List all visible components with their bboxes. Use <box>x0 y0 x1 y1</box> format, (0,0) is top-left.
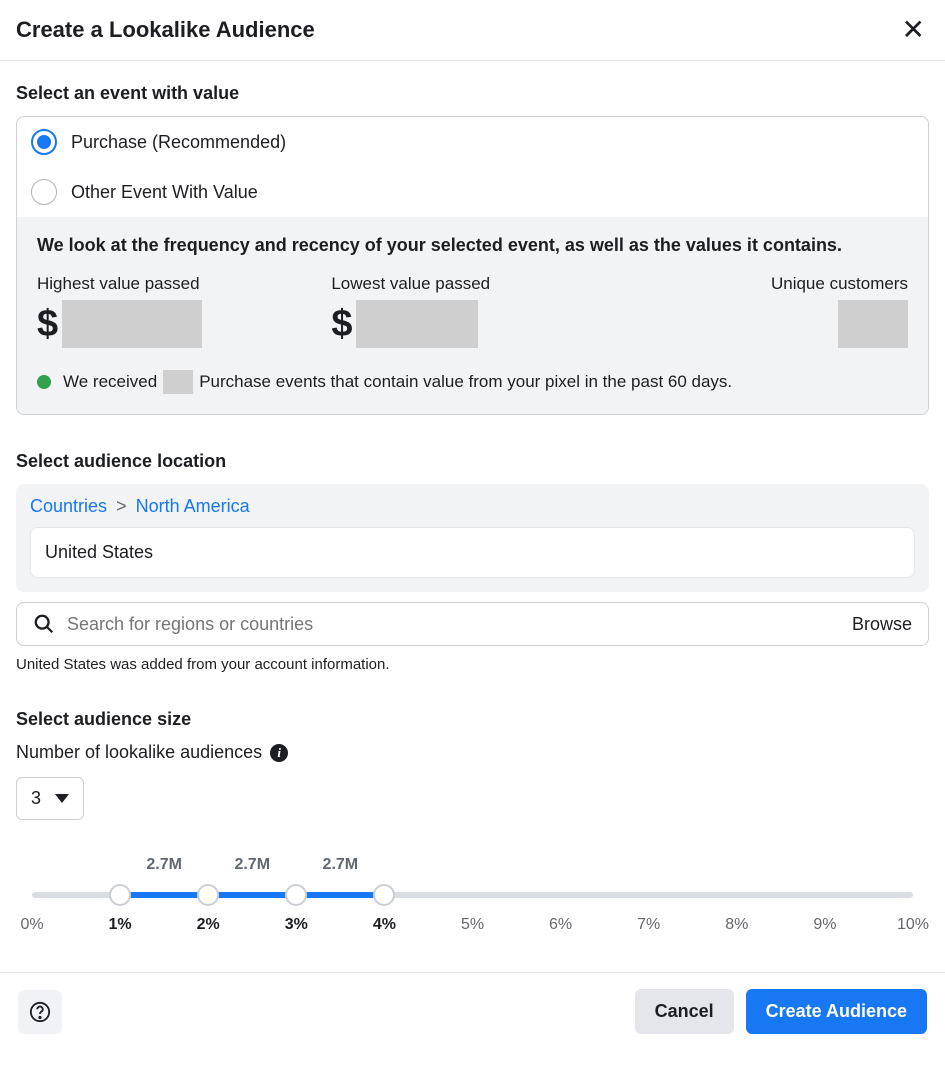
modal-footer: Cancel Create Audience <box>0 972 945 1050</box>
breadcrumb: Countries > North America <box>30 496 915 517</box>
event-info-panel: We look at the frequency and recency of … <box>17 217 928 414</box>
help-button[interactable] <box>18 990 62 1034</box>
location-search-input[interactable] <box>67 614 840 635</box>
audience-count-select[interactable]: 3 <box>16 777 84 820</box>
info-heading: We look at the frequency and recency of … <box>37 235 908 256</box>
breadcrumb-countries[interactable]: Countries <box>30 496 107 516</box>
slider-handle[interactable] <box>373 884 395 906</box>
slider-tick: 1% <box>109 916 132 934</box>
slider-tick: 6% <box>549 916 572 934</box>
stat-unique-label: Unique customers <box>626 274 908 294</box>
info-icon[interactable]: i <box>270 744 288 762</box>
slider-size-label: 2.7M <box>234 856 270 874</box>
section-event-title: Select an event with value <box>16 83 929 104</box>
slider-handle[interactable] <box>285 884 307 906</box>
stat-highest: Highest value passed $ <box>37 274 319 348</box>
radio-button-selected[interactable] <box>31 129 57 155</box>
breadcrumb-separator: > <box>116 496 127 516</box>
radio-button-unselected[interactable] <box>31 179 57 205</box>
cancel-button[interactable]: Cancel <box>635 989 734 1034</box>
redacted-event-count <box>163 370 193 394</box>
events-line-pre: We received <box>63 372 157 392</box>
stat-unique: Unique customers <box>626 274 908 348</box>
stat-lowest-label: Lowest value passed <box>331 274 613 294</box>
stat-highest-label: Highest value passed <box>37 274 319 294</box>
search-icon <box>33 613 55 635</box>
status-dot-icon <box>37 375 51 389</box>
events-line-post: Purchase events that contain value from … <box>199 372 732 392</box>
close-icon[interactable]: ✕ <box>902 16 925 44</box>
slider-size-label: 2.7M <box>323 856 359 874</box>
chevron-down-icon <box>55 794 69 803</box>
slider-tick: 9% <box>813 916 836 934</box>
audience-size-slider[interactable]: 2.7M2.7M2.7M 0%1%2%3%4%5%6%7%8%9%10% <box>32 856 913 956</box>
slider-tick: 7% <box>637 916 660 934</box>
location-helper-text: United States was added from your accoun… <box>16 656 929 673</box>
slider-fill <box>120 892 384 898</box>
location-card: Countries > North America United States <box>16 484 929 592</box>
redacted-highest <box>62 300 202 348</box>
slider-tick: 8% <box>725 916 748 934</box>
events-summary-line: We received Purchase events that contain… <box>37 370 908 394</box>
slider-tick: 10% <box>897 916 929 934</box>
slider-tick: 5% <box>461 916 484 934</box>
counter-label: Number of lookalike audiences <box>16 742 262 763</box>
breadcrumb-region[interactable]: North America <box>136 496 250 516</box>
modal-title: Create a Lookalike Audience <box>16 17 315 43</box>
slider-size-label: 2.7M <box>146 856 182 874</box>
slider-handle[interactable] <box>197 884 219 906</box>
create-audience-button[interactable]: Create Audience <box>746 989 927 1034</box>
slider-handle[interactable] <box>109 884 131 906</box>
redacted-unique <box>838 300 908 348</box>
redacted-lowest <box>356 300 478 348</box>
radio-other[interactable]: Other Event With Value <box>17 167 928 217</box>
modal-header: Create a Lookalike Audience ✕ <box>0 0 945 61</box>
section-size-title: Select audience size <box>16 709 929 730</box>
slider-tick: 0% <box>20 916 43 934</box>
slider-tick: 3% <box>285 916 308 934</box>
audience-count-value: 3 <box>31 788 41 809</box>
slider-tick: 2% <box>197 916 220 934</box>
radio-purchase-label: Purchase (Recommended) <box>71 132 286 153</box>
browse-button[interactable]: Browse <box>852 614 912 635</box>
section-location-title: Select audience location <box>16 451 929 472</box>
radio-purchase[interactable]: Purchase (Recommended) <box>17 117 928 167</box>
slider-tick: 4% <box>373 916 396 934</box>
event-card: Purchase (Recommended) Other Event With … <box>16 116 929 415</box>
stat-lowest: Lowest value passed $ <box>331 274 613 348</box>
radio-other-label: Other Event With Value <box>71 182 258 203</box>
location-chip[interactable]: United States <box>30 527 915 578</box>
location-search-box[interactable]: Browse <box>16 602 929 646</box>
dollar-icon: $ <box>331 303 352 346</box>
dollar-icon: $ <box>37 303 58 346</box>
